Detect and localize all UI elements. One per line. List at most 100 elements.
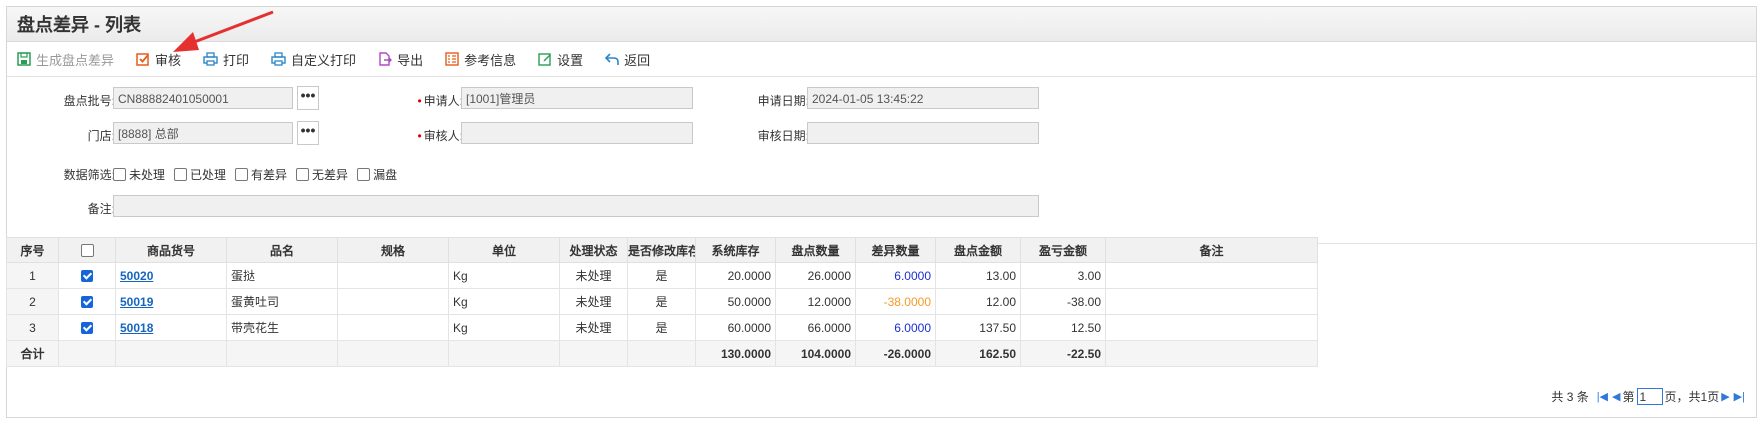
export-icon: [379, 52, 393, 66]
total-profit: -22.50: [1020, 340, 1106, 367]
total-label: 合计: [6, 340, 59, 367]
row-diff-qty: 6.0000: [855, 262, 936, 289]
prev-page-icon[interactable]: ◀: [1612, 390, 1620, 403]
filter-unprocessed-label: 未处理: [129, 168, 166, 182]
product-code-link[interactable]: 50020: [120, 269, 153, 283]
row-name: 蛋挞: [226, 262, 338, 289]
last-page-icon[interactable]: ▶|: [1734, 390, 1745, 403]
product-code-link[interactable]: 50019: [120, 295, 153, 309]
reference-info-label: 参考信息: [464, 52, 517, 68]
remark-field[interactable]: [113, 195, 1039, 217]
filter-missed-label: 漏盘: [373, 168, 398, 182]
col-header-no: 序号: [6, 237, 59, 263]
store-field[interactable]: [8888] 总部: [113, 122, 293, 144]
row-modified: 是: [627, 262, 696, 289]
total-empty: [1105, 340, 1318, 367]
row-select[interactable]: [58, 288, 116, 315]
row-amount: 137.50: [935, 314, 1021, 341]
row-no: 1: [6, 262, 59, 289]
required-mark: •: [417, 94, 422, 108]
page-title: 盘点差异 - 列表: [17, 15, 141, 35]
total-empty: [337, 340, 449, 367]
row-remark[interactable]: [1105, 288, 1318, 315]
row-select[interactable]: [58, 262, 116, 289]
apply-date-field[interactable]: 2024-01-05 13:45:22: [807, 87, 1039, 109]
store-picker-button[interactable]: •••: [297, 121, 319, 145]
table-row[interactable]: 3 50018 带壳花生 Kg 未处理 是 60.0000 66.0000 6.…: [6, 314, 1318, 341]
filter-group: 未处理 已处理 有差异 无差异 漏盘: [113, 166, 406, 183]
checkbox[interactable]: [174, 168, 188, 181]
row-spec: [337, 262, 449, 289]
pagination: 共 3 条 |◀ ◀ 第 1 页，共1页 ▶ ▶|: [1551, 388, 1747, 405]
diff-table: 序号 商品货号 品名 规格 单位 处理状态 是否修改库存 系统库存 盘点数量 差…: [6, 237, 1318, 367]
reference-info-button[interactable]: 参考信息: [445, 50, 516, 69]
row-status: 未处理: [559, 314, 628, 341]
row-remark[interactable]: [1105, 314, 1318, 341]
col-header-status: 处理状态: [559, 237, 628, 263]
row-code-cell: 50019: [115, 288, 227, 315]
row-diff-qty: 6.0000: [855, 314, 936, 341]
settings-button[interactable]: 设置: [538, 50, 583, 69]
col-header-code: 商品货号: [115, 237, 227, 263]
checkbox[interactable]: [357, 168, 371, 181]
row-name: 蛋黄吐司: [226, 288, 338, 315]
row-no: 3: [6, 314, 59, 341]
applicant-label: 申请人:: [423, 94, 463, 108]
row-select[interactable]: [58, 314, 116, 341]
applicant-label-wrap: • 申请人:: [377, 92, 463, 109]
row-unit: Kg: [448, 314, 560, 341]
col-header-select[interactable]: [58, 237, 116, 263]
filter-has-diff[interactable]: 有差异: [235, 166, 287, 183]
header-form: 盘点批号: CN88882401050001 ••• • 申请人: [1001]管…: [7, 77, 1756, 244]
back-label: 返回: [624, 52, 651, 68]
table-row[interactable]: 1 50020 蛋挞 Kg 未处理 是 20.0000 26.0000 6.00…: [6, 262, 1318, 289]
filter-missed[interactable]: 漏盘: [357, 166, 397, 183]
batch-label: 盘点批号:: [63, 94, 115, 108]
custom-print-button[interactable]: 自定义打印: [271, 50, 356, 69]
row-profit: 12.50: [1020, 314, 1106, 341]
next-page-icon[interactable]: ▶: [1721, 390, 1729, 403]
back-button[interactable]: 返回: [605, 50, 650, 69]
audit-date-field[interactable]: [807, 122, 1039, 144]
row-diff-qty: -38.0000: [855, 288, 936, 315]
export-button[interactable]: 导出: [378, 50, 423, 69]
product-code-link[interactable]: 50018: [120, 321, 153, 335]
row-unit: Kg: [448, 288, 560, 315]
select-all-checkbox[interactable]: [80, 244, 94, 258]
page-number-input[interactable]: 1: [1636, 388, 1663, 405]
filter-no-diff[interactable]: 无差异: [296, 166, 348, 183]
total-diff-qty: -26.0000: [855, 340, 936, 367]
col-header-spec: 规格: [337, 237, 449, 263]
applicant-field[interactable]: [1001]管理员: [461, 87, 693, 109]
page-suffix: 页，共1页: [1664, 390, 1720, 404]
row-checkbox[interactable]: [81, 270, 93, 283]
col-header-diff-qty: 差异数量: [855, 237, 936, 263]
auditor-field[interactable]: [461, 122, 693, 144]
filter-processed[interactable]: 已处理: [174, 166, 226, 183]
total-row: 合计 130.0000 104.0000 -26.0000 162.50 -22…: [6, 340, 1318, 367]
remark-label: 备注:: [87, 202, 115, 216]
first-page-icon[interactable]: |◀: [1597, 390, 1608, 403]
filter-label: 数据筛选:: [63, 168, 115, 182]
row-count-qty: 12.0000: [775, 288, 856, 315]
checkbox[interactable]: [296, 168, 310, 181]
batch-picker-button[interactable]: •••: [297, 86, 319, 110]
total-empty: [448, 340, 560, 367]
generate-diff-button[interactable]: 生成盘点差异: [17, 50, 114, 69]
row-code-cell: 50020: [115, 262, 227, 289]
col-header-sys-stock: 系统库存: [695, 237, 776, 263]
checkbox[interactable]: [113, 168, 126, 181]
filter-no-diff-label: 无差异: [312, 168, 349, 182]
row-amount: 12.00: [935, 288, 1021, 315]
filter-unprocessed[interactable]: 未处理: [113, 166, 165, 183]
row-remark[interactable]: [1105, 262, 1318, 289]
edit-icon: [538, 53, 552, 66]
batch-field[interactable]: CN88882401050001: [113, 87, 293, 109]
table-row[interactable]: 2 50019 蛋黄吐司 Kg 未处理 是 50.0000 12.0000 -3…: [6, 288, 1318, 315]
total-empty: [627, 340, 696, 367]
checkbox[interactable]: [235, 168, 249, 181]
row-checkbox[interactable]: [81, 296, 93, 309]
row-checkbox[interactable]: [81, 322, 93, 335]
row-modified: 是: [627, 314, 696, 341]
row-sys-stock: 60.0000: [695, 314, 776, 341]
